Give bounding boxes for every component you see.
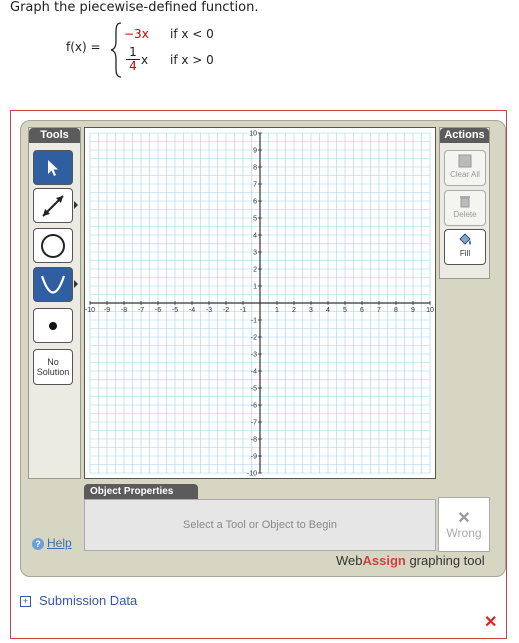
y-tick-label: -7 — [251, 420, 257, 427]
case2-condition: if x > 0 — [170, 53, 214, 67]
x-tick-label: 10 — [426, 307, 434, 314]
tools-panel: Tools No Solution — [28, 127, 81, 479]
delete-label: Delete — [453, 210, 477, 219]
clear-all-button[interactable]: Clear All — [444, 150, 486, 186]
x-tick-label: -2 — [223, 307, 229, 314]
y-tick-label: -10 — [247, 471, 257, 478]
status-indicator: ✕ Wrong — [438, 497, 490, 552]
pointer-tool-button[interactable] — [33, 150, 73, 185]
coordinate-grid[interactable]: -10 -9 -8 -7 -6 -5 -4 -3 -2 -1 1 2 3 4 5 6 7 8 9 10 10 9 8 7 6 5 4… — [85, 128, 435, 478]
actions-panel: Actions Clear All Delete Fill — [439, 127, 490, 279]
y-tick-label: -1 — [251, 318, 257, 325]
delete-button[interactable]: Delete — [444, 190, 486, 226]
line-tool-button[interactable] — [33, 188, 78, 223]
brand-assign: Assign — [362, 553, 406, 568]
y-tick-label: 8 — [253, 165, 257, 172]
clear-all-icon — [458, 154, 472, 168]
y-tick-label: -2 — [251, 335, 257, 342]
x-tick-label: -5 — [172, 307, 178, 314]
y-tick-label: 5 — [253, 216, 257, 223]
actions-label: Actions — [440, 128, 489, 143]
brand-suffix: graphing tool — [405, 553, 485, 568]
webassign-brand: WebAssign graphing tool — [336, 553, 485, 568]
brand-web: Web — [336, 553, 363, 568]
y-tick-label: 4 — [253, 233, 257, 240]
x-tick-label: 9 — [411, 307, 415, 314]
point-icon — [49, 321, 57, 330]
case2-variable: x — [141, 53, 149, 67]
case2-fraction: 1 4 — [126, 46, 140, 73]
fill-label: Fill — [459, 249, 471, 258]
fraction-denominator: 4 — [129, 59, 137, 73]
expand-arrow-icon[interactable] — [74, 201, 78, 209]
help-link[interactable]: ? Help — [32, 536, 72, 550]
help-icon: ? — [32, 538, 44, 550]
y-tick-label: 7 — [253, 182, 257, 189]
tools-label: Tools — [29, 128, 80, 143]
x-tick-label: -10 — [85, 307, 95, 314]
object-properties-hint: Select a Tool or Object to Begin — [183, 519, 337, 531]
x-tick-label: -4 — [189, 307, 195, 314]
x-tick-label: -9 — [104, 307, 110, 314]
wrong-x-icon: ✕ — [457, 510, 471, 527]
case1-condition: if x < 0 — [170, 27, 214, 41]
graph-area[interactable]: -10 -9 -8 -7 -6 -5 -4 -3 -2 -1 1 2 3 4 5 6 7 8 9 10 10 9 8 7 6 5 4… — [84, 127, 436, 479]
y-tick-label: -8 — [251, 437, 257, 444]
expand-plus-icon: + — [20, 596, 31, 608]
function-name: f(x) = — [66, 40, 101, 54]
pointer-icon — [48, 159, 58, 176]
x-tick-label: 4 — [326, 307, 330, 314]
submission-data-label: Submission Data — [39, 593, 138, 608]
point-tool-button[interactable] — [33, 308, 73, 343]
y-tick-label: -5 — [251, 386, 257, 393]
help-label: Help — [47, 536, 72, 550]
fill-button[interactable]: Fill — [444, 229, 486, 265]
y-tick-label: 1 — [253, 284, 257, 291]
y-tick-label: 3 — [253, 250, 257, 257]
no-solution-button[interactable]: No Solution — [33, 349, 73, 385]
question-text: Graph the piecewise-defined function. — [10, 0, 259, 15]
y-tick-label: 10 — [249, 131, 257, 138]
brace-icon — [110, 22, 122, 78]
object-properties-tab: Object Properties — [84, 484, 198, 499]
fraction-numerator: 1 — [126, 46, 140, 60]
object-properties-panel: Select a Tool or Object to Begin — [84, 499, 436, 551]
x-tick-label: 1 — [275, 307, 279, 314]
x-tick-label: 7 — [377, 307, 381, 314]
x-tick-label: -8 — [121, 307, 127, 314]
circle-icon — [41, 233, 65, 258]
y-tick-label: -6 — [251, 403, 257, 410]
line-icon — [42, 194, 64, 217]
x-tick-label: 8 — [394, 307, 398, 314]
x-tick-label: -1 — [240, 307, 246, 314]
y-tick-label: -3 — [251, 352, 257, 359]
y-tick-label: 2 — [253, 267, 257, 274]
x-tick-label: 6 — [360, 307, 364, 314]
y-tick-label: -9 — [251, 454, 257, 461]
y-tick-label: 9 — [253, 148, 257, 155]
incorrect-mark-icon: ✕ — [484, 614, 498, 631]
expand-arrow-icon[interactable] — [74, 280, 78, 288]
parabola-tool-button[interactable] — [33, 267, 78, 302]
submission-data-toggle[interactable]: + Submission Data — [20, 593, 137, 608]
no-solution-line1: No — [47, 357, 59, 367]
x-tick-label: 5 — [343, 307, 347, 314]
wrong-label: Wrong — [446, 526, 482, 540]
x-tick-label: -3 — [206, 307, 212, 314]
y-tick-label: -4 — [251, 369, 257, 376]
paint-bucket-icon — [459, 233, 471, 245]
x-tick-label: -7 — [138, 307, 144, 314]
x-tick-label: -6 — [155, 307, 161, 314]
x-tick-label: 3 — [309, 307, 313, 314]
trash-icon — [460, 196, 470, 208]
clear-all-label: Clear All — [450, 170, 480, 179]
no-solution-line2: Solution — [36, 367, 70, 377]
circle-tool-button[interactable] — [33, 228, 73, 263]
y-tick-label: 6 — [253, 199, 257, 206]
x-tick-label: 2 — [292, 307, 296, 314]
parabola-icon — [40, 275, 66, 294]
case1-expression: −3x — [124, 27, 149, 41]
